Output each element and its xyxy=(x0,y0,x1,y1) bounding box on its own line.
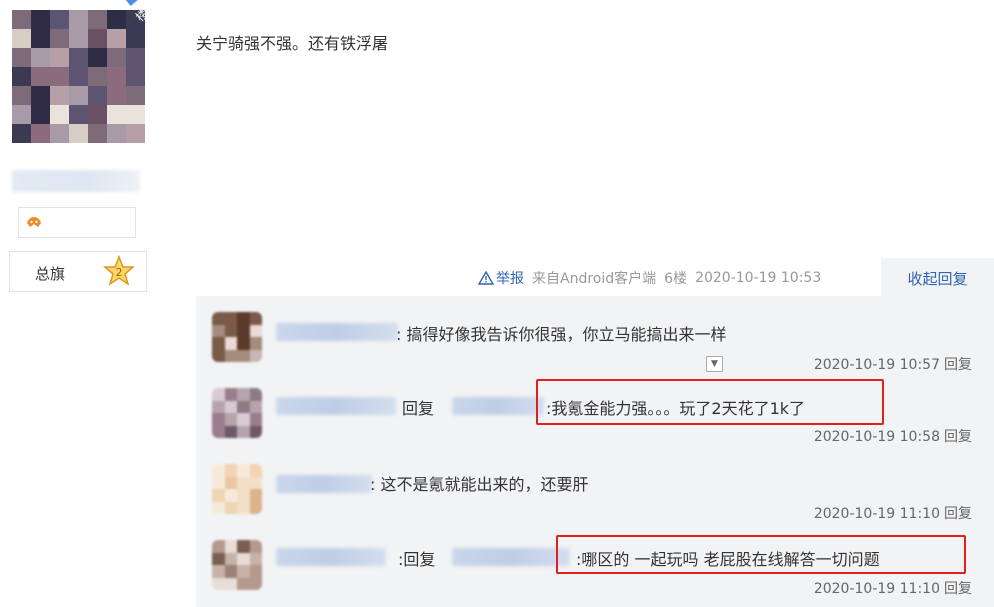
reply-avatar[interactable] xyxy=(212,312,262,362)
level-star-icon: 2 xyxy=(103,255,135,286)
reply-avatar[interactable] xyxy=(212,388,262,438)
reply-text: : 这不是氪就能出来的，还要肝 xyxy=(370,475,589,494)
reply-time: 2020-10-19 11:10 回复 xyxy=(814,503,972,523)
reply-username[interactable] xyxy=(276,397,396,415)
post-content: 关宁骑强不强。还有铁浮屠 xyxy=(196,34,389,53)
reply-time: 2020-10-19 11:10 回复 xyxy=(814,578,972,598)
post-source: 来自Android客户端 xyxy=(532,271,657,287)
highlight-box xyxy=(536,379,884,425)
post-meta: 举报 来自Android客户端 6楼 2020-10-19 10:53 xyxy=(478,267,821,289)
reply-button[interactable]: 回复 xyxy=(944,506,972,522)
reply-button[interactable]: 回复 xyxy=(944,429,972,445)
reply-button[interactable]: 回复 xyxy=(944,357,972,373)
reply-target-username[interactable] xyxy=(452,548,570,566)
author-panel: 楼主 总旗 2 xyxy=(0,0,180,607)
list-item: : 这不是氪就能出来的，还要肝 2020-10-19 11:10 回复 xyxy=(196,462,994,537)
reply-timestamp: 2020-10-19 11:10 xyxy=(813,581,940,597)
reply-timestamp: 2020-10-19 11:10 xyxy=(813,506,940,522)
report-link[interactable]: 举报 xyxy=(478,268,524,288)
post-time: 2020-10-19 10:53 xyxy=(695,270,822,286)
collapse-replies-button[interactable]: 收起回复 xyxy=(881,258,994,298)
reply-to-label: 回复 xyxy=(402,399,435,418)
author-rank[interactable]: 总旗 2 xyxy=(9,251,147,292)
reply-target-username[interactable] xyxy=(452,397,544,415)
reply-username[interactable] xyxy=(276,548,386,566)
op-corner-label: 楼主 xyxy=(132,0,160,25)
reply-to-label: :回复 xyxy=(398,550,436,569)
chevron-down-icon[interactable]: ▼ xyxy=(706,356,723,372)
reply-timestamp: 2020-10-19 10:58 xyxy=(813,429,940,445)
rank-title: 总旗 xyxy=(35,265,66,283)
post-floor: 6楼 xyxy=(664,271,688,287)
reply-text: : 搞得好像我告诉你很强，你立马能搞出来一样 xyxy=(396,325,727,344)
author-badge[interactable] xyxy=(18,207,136,238)
level-number: 2 xyxy=(116,266,123,279)
fan-badge-icon xyxy=(25,215,43,229)
report-label: 举报 xyxy=(496,271,524,287)
reply-username[interactable] xyxy=(276,475,372,493)
list-item: : 搞得好像我告诉你很强，你立马能搞出来一样 ▼ 2020-10-19 10:5… xyxy=(196,310,994,385)
warning-icon xyxy=(478,271,494,285)
reply-time: 2020-10-19 10:58 回复 xyxy=(814,426,972,446)
reply-avatar[interactable] xyxy=(212,540,262,590)
op-corner-badge: 楼主 xyxy=(108,0,168,42)
reply-username[interactable] xyxy=(276,323,398,341)
highlight-box xyxy=(556,535,966,574)
reply-time: 2020-10-19 10:57 回复 xyxy=(814,354,972,374)
reply-avatar[interactable] xyxy=(212,464,262,514)
reply-button[interactable]: 回复 xyxy=(944,581,972,597)
reply-timestamp: 2020-10-19 10:57 xyxy=(813,357,940,373)
author-username[interactable] xyxy=(12,170,140,192)
